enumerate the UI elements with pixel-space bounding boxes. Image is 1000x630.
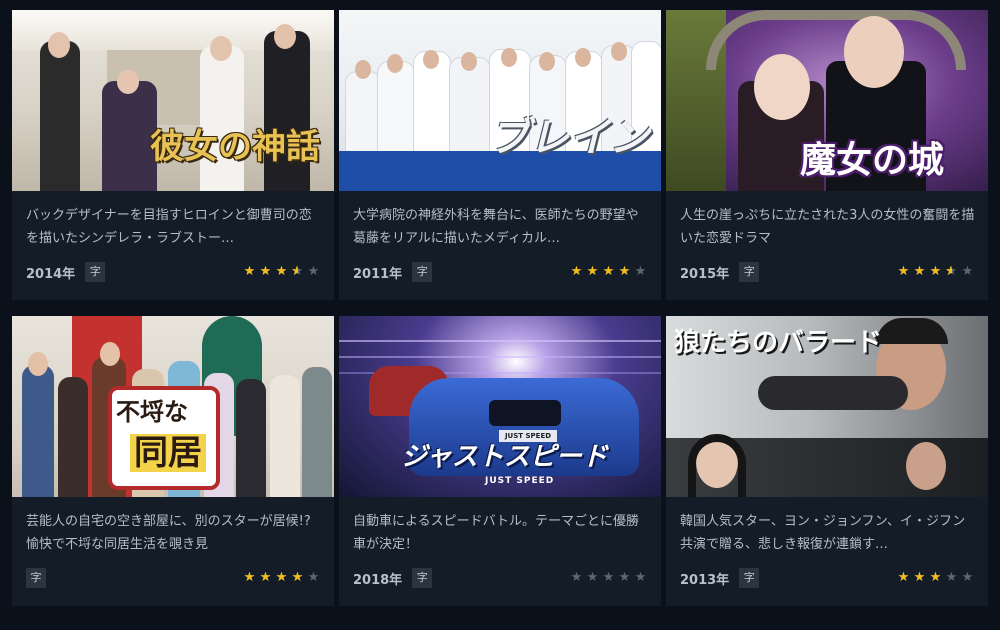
title-card[interactable]: 狼たちのバラード 韓国人気スター、ヨン・ジョンフン、イ・ジフン共演で贈る、悲しき… xyxy=(666,316,988,606)
thumbnail-title: 彼女の神話 xyxy=(150,127,320,167)
star-icon: ★ ★ xyxy=(929,570,942,585)
star-icon: ★ xyxy=(586,570,599,585)
release-year: 2014年 xyxy=(26,266,76,282)
star-icon: ★ xyxy=(961,570,974,585)
description: 大学病院の神経外科を舞台に、医師たちの野望や葛藤をリアルに描いたメディカル… xyxy=(353,208,639,246)
description: 芸能人の自宅の空き部屋に、別のスターが居候!?愉快で不埒な同居生活を覗き見 xyxy=(26,514,311,552)
star-icon: ★ xyxy=(618,570,631,585)
star-icon: ★ ★ xyxy=(618,264,631,279)
meta-row: 2013年 字 ★ ★ ★ ★ ★ ★ ★ ★ xyxy=(680,568,974,588)
star-icon: ★ xyxy=(570,570,583,585)
star-icon: ★ ★ xyxy=(275,570,288,585)
release-year: 2018年 xyxy=(353,572,403,588)
subtitle-badge: 字 xyxy=(26,568,46,588)
meta-row: 字 ★ ★ ★ ★ ★ ★ ★ ★ ★ xyxy=(26,568,320,588)
star-icon: ★ xyxy=(634,570,647,585)
subtitle-badge: 字 xyxy=(412,262,433,282)
star-icon: ★ xyxy=(307,570,320,585)
thumbnail[interactable]: JUST SPEED ジャストスピード JUST SPEED xyxy=(339,316,661,497)
title-card[interactable]: 魔女の城 人生の崖っぷちに立たされた3人の女性の奮闘を描いた恋愛ドラマ 2015… xyxy=(666,10,988,300)
description: 自動車によるスピードバトル。テーマごとに優勝車が決定！ xyxy=(353,514,640,552)
release-year: 2013年 xyxy=(680,572,730,588)
star-rating: ★ ★ ★ ★ ★ ★ ★ ★ ★ xyxy=(567,265,647,279)
subtitle-badge: 字 xyxy=(739,262,760,282)
release-year: 2015年 xyxy=(680,266,730,282)
star-icon: ★ ★ xyxy=(945,264,958,279)
meta-row: 2014年 字 ★ ★ ★ ★ ★ ★ ★ ★ ★ xyxy=(26,262,320,282)
title-card[interactable]: ブレイン 大学病院の神経外科を舞台に、医師たちの野望や葛藤をリアルに描いたメディ… xyxy=(339,10,661,300)
star-icon: ★ xyxy=(961,264,974,279)
title-card[interactable]: 不埒な 同居 芸能人の自宅の空き部屋に、別のスターが居候!?愉快で不埒な同居生活… xyxy=(12,316,334,606)
star-rating: ★ ★ ★ ★ ★ ★ ★ ★ xyxy=(894,571,974,585)
star-icon: ★ xyxy=(602,570,615,585)
star-icon: ★ ★ xyxy=(929,264,942,279)
star-icon: ★ ★ xyxy=(259,570,272,585)
star-icon: ★ ★ xyxy=(243,570,256,585)
description: 韓国人気スター、ヨン・ジョンフン、イ・ジフン共演で贈る、悲しき報復が連鎖す… xyxy=(680,514,966,552)
thumbnail-title: ブレイン xyxy=(489,114,649,161)
star-icon: ★ ★ xyxy=(913,570,926,585)
star-rating: ★ ★ ★ ★ ★ ★ ★ ★ ★ xyxy=(894,265,974,279)
thumbnail-title: 同居 xyxy=(130,434,206,472)
star-icon: ★ xyxy=(634,264,647,279)
thumbnail-title: 魔女の城 xyxy=(800,139,945,181)
description: バックデザイナーを目指すヒロインと御曹司の恋を描いたシンデレラ・ラブストー… xyxy=(26,208,312,246)
star-icon: ★ ★ xyxy=(897,570,910,585)
star-icon: ★ ★ xyxy=(913,264,926,279)
release-year: 2011年 xyxy=(353,266,403,282)
star-icon: ★ ★ xyxy=(243,264,256,279)
star-icon: ★ xyxy=(307,264,320,279)
star-icon: ★ ★ xyxy=(275,264,288,279)
thumbnail-title: ジャストスピード xyxy=(401,442,608,472)
star-rating: ★ ★ ★ ★ ★ xyxy=(567,571,647,585)
thumbnail-title: 不埒な xyxy=(116,397,188,426)
license-plate: JUST SPEED xyxy=(499,430,557,442)
thumbnail[interactable]: 不埒な 同居 xyxy=(12,316,334,497)
thumbnail-title: 狼たちのバラード xyxy=(674,328,883,358)
subtitle-badge: 字 xyxy=(739,568,760,588)
meta-row: 2011年 字 ★ ★ ★ ★ ★ ★ ★ ★ ★ xyxy=(353,262,647,282)
thumbnail-subtitle: JUST SPEED xyxy=(485,476,555,486)
star-rating: ★ ★ ★ ★ ★ ★ ★ ★ ★ xyxy=(240,265,320,279)
thumbnail[interactable]: ブレイン xyxy=(339,10,661,191)
star-icon: ★ ★ xyxy=(291,264,304,279)
star-icon: ★ ★ xyxy=(570,264,583,279)
description: 人生の崖っぷちに立たされた3人の女性の奮闘を描いた恋愛ドラマ xyxy=(680,208,975,246)
title-grid: 彼女の神話 バックデザイナーを目指すヒロインと御曹司の恋を描いたシンデレラ・ラブ… xyxy=(0,0,1000,630)
title-card[interactable]: 彼女の神話 バックデザイナーを目指すヒロインと御曹司の恋を描いたシンデレラ・ラブ… xyxy=(12,10,334,300)
star-icon: ★ ★ xyxy=(602,264,615,279)
meta-row: 2015年 字 ★ ★ ★ ★ ★ ★ ★ ★ ★ xyxy=(680,262,974,282)
star-icon: ★ ★ xyxy=(259,264,272,279)
subtitle-badge: 字 xyxy=(412,568,433,588)
thumbnail[interactable]: 狼たちのバラード xyxy=(666,316,988,497)
title-card[interactable]: JUST SPEED ジャストスピード JUST SPEED 自動車によるスピー… xyxy=(339,316,661,606)
star-icon: ★ ★ xyxy=(291,570,304,585)
subtitle-badge: 字 xyxy=(85,262,106,282)
star-icon: ★ xyxy=(945,570,958,585)
star-icon: ★ ★ xyxy=(586,264,599,279)
star-icon: ★ ★ xyxy=(897,264,910,279)
thumbnail[interactable]: 彼女の神話 xyxy=(12,10,334,191)
thumbnail[interactable]: 魔女の城 xyxy=(666,10,988,191)
star-rating: ★ ★ ★ ★ ★ ★ ★ ★ ★ xyxy=(240,571,320,585)
meta-row: 2018年 字 ★ ★ ★ ★ ★ xyxy=(353,568,647,588)
